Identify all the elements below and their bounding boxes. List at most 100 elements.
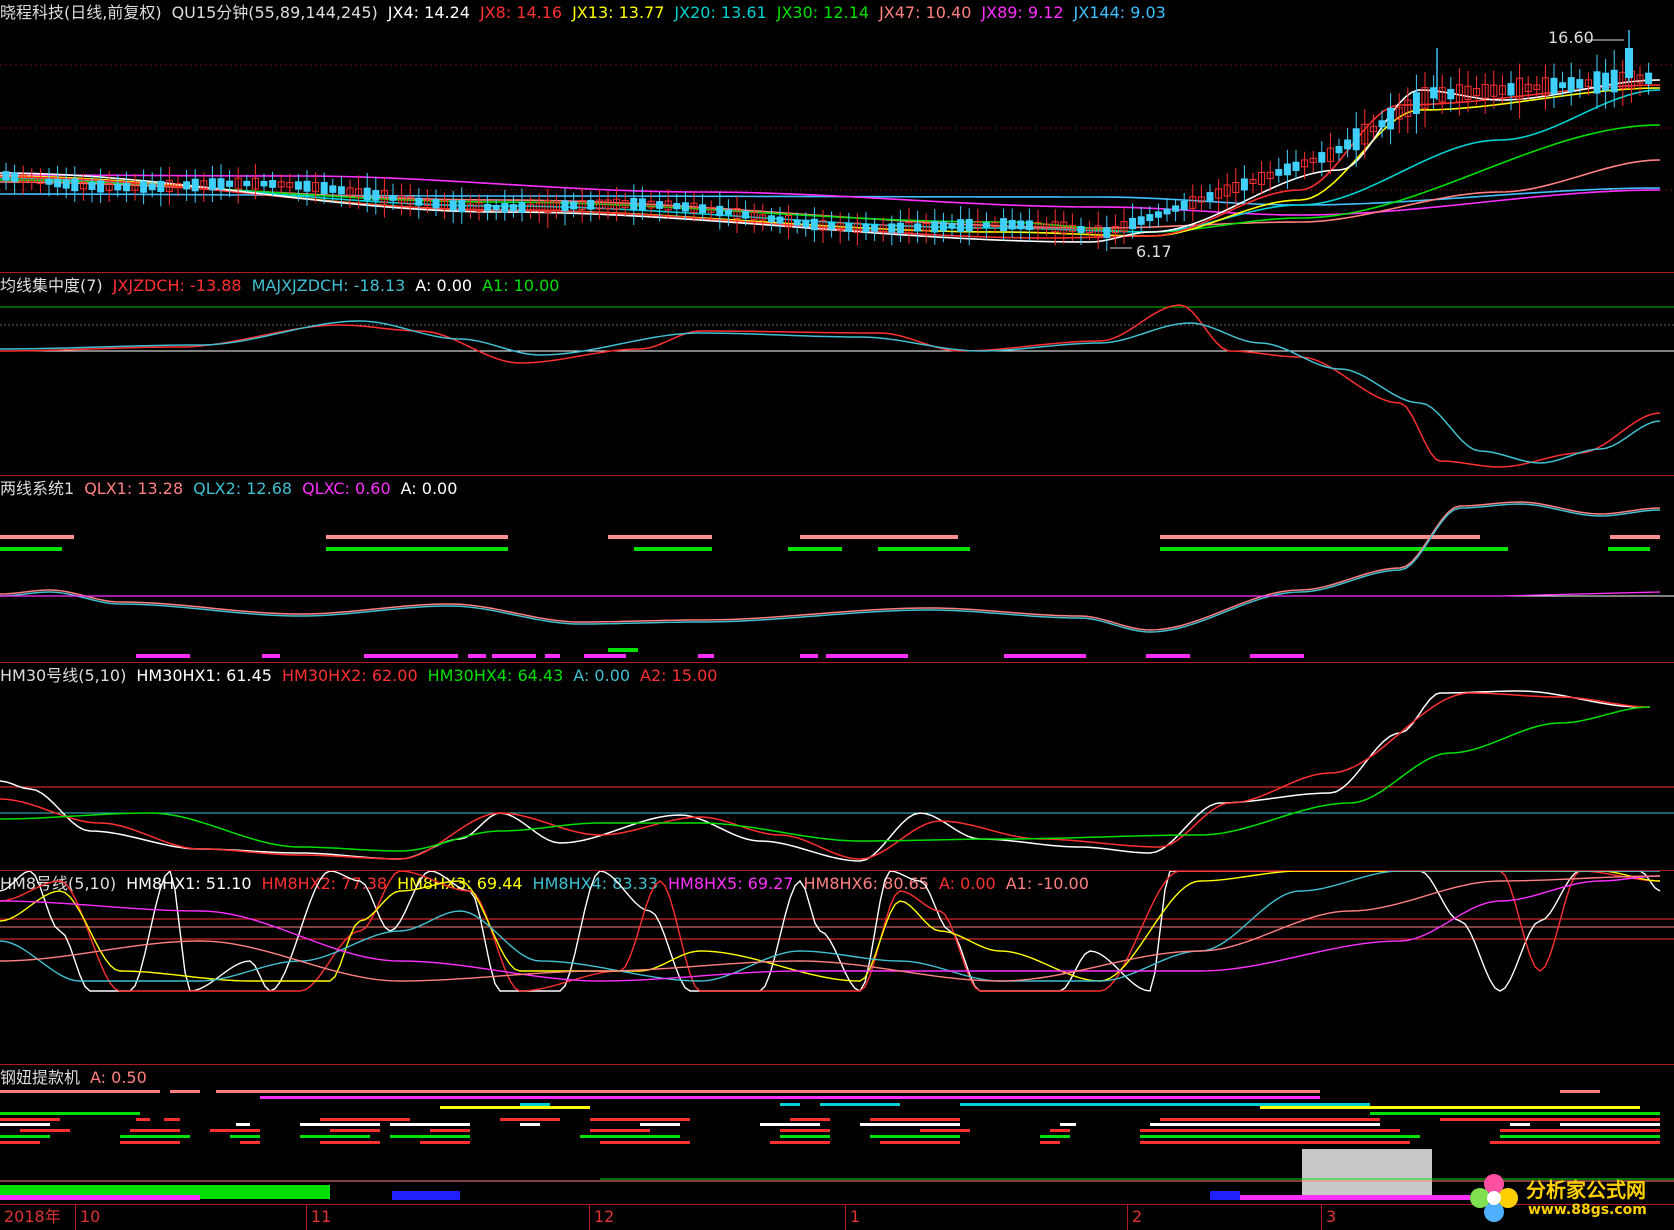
candle-body xyxy=(1172,205,1180,212)
flower-logo-icon xyxy=(1470,1174,1518,1222)
candle-body xyxy=(1602,72,1610,91)
qlxc-bar xyxy=(468,654,486,658)
signal-bar xyxy=(120,1135,190,1138)
candle-body xyxy=(122,182,130,192)
watermark-title: 分析家公式网 xyxy=(1526,1178,1646,1202)
candle-body xyxy=(1335,145,1343,154)
moving-average-line xyxy=(0,124,1661,233)
candle-body xyxy=(1008,219,1016,230)
qlx-bar xyxy=(608,535,712,539)
signal-bar xyxy=(216,1090,1320,1093)
candle-body xyxy=(561,200,569,212)
date-axis: 2018年 10 11 12 1 2 3 xyxy=(0,1204,1674,1230)
candle-body xyxy=(871,224,879,232)
qlx1-line xyxy=(0,501,1661,631)
signal-bar xyxy=(1500,1135,1660,1138)
signal-bar xyxy=(320,1141,380,1144)
candle-body xyxy=(1206,192,1214,201)
qlxc-bar xyxy=(826,654,908,658)
candle-body xyxy=(1645,72,1653,84)
qlxc-bar xyxy=(492,654,536,658)
candle-body xyxy=(320,182,328,195)
candle-body xyxy=(157,180,165,193)
candle-body xyxy=(140,181,148,193)
signal-bar xyxy=(1050,1129,1070,1132)
jxjzdch-line xyxy=(0,304,1661,468)
hm8hx2-line xyxy=(0,871,1661,992)
candle-body xyxy=(363,187,371,201)
hm8-chart[interactable] xyxy=(0,871,1674,1064)
withdrawal-machine-chart[interactable] xyxy=(0,1065,1674,1204)
hm30hx4-line xyxy=(0,706,1651,852)
candle-body xyxy=(62,179,70,189)
candle-body xyxy=(458,199,466,213)
candle-body xyxy=(1163,208,1171,215)
hm30-chart[interactable] xyxy=(0,663,1674,870)
withdrawal-machine-panel[interactable]: 钢妞提款机 A: 0.50 xyxy=(0,1065,1674,1204)
qlx-bar xyxy=(326,535,508,539)
two-line-system-chart[interactable] xyxy=(0,476,1674,662)
signal-block xyxy=(1302,1149,1432,1195)
signal-bar xyxy=(1040,1141,1060,1144)
qlx-bar xyxy=(788,547,842,551)
candle-body xyxy=(1576,79,1584,89)
qlxc-bar xyxy=(364,654,458,658)
candle-body xyxy=(1017,220,1025,230)
hm8-panel[interactable]: HM8号线(5,10) HM8HX1: 51.10 HM8HX2: 77.38 HM8… xyxy=(0,871,1674,1064)
candle-body xyxy=(501,202,509,213)
signal-block xyxy=(1210,1191,1240,1200)
signal-bar xyxy=(240,1141,260,1144)
candle-body xyxy=(97,180,105,193)
candle-body xyxy=(1000,218,1008,232)
kline-chart[interactable] xyxy=(0,0,1674,272)
hm30-panel[interactable]: HM30号线(5,10) HM30HX1: 61.45 HM30HX2: 62.00… xyxy=(0,663,1674,870)
high-price-label: 16.60 xyxy=(1548,28,1594,47)
candle-body xyxy=(767,215,775,223)
hm8hx4-line xyxy=(0,871,1660,982)
ma-concentration-panel[interactable]: 均线集中度(7) JXJZDCH: -13.88 MAJXJZDCH: -18.13… xyxy=(0,273,1674,475)
candle-body xyxy=(699,204,707,214)
candle-body xyxy=(45,179,53,185)
candle-body xyxy=(1275,169,1283,176)
candle-body xyxy=(329,185,337,193)
candle-body xyxy=(183,181,191,190)
candle-body xyxy=(1550,77,1558,94)
date-tick-label: 2 xyxy=(1127,1205,1142,1230)
candle-body xyxy=(1430,87,1438,99)
signal-bar xyxy=(860,1123,960,1126)
qlxc-line xyxy=(0,591,1661,597)
candle-body xyxy=(1283,163,1291,176)
signal-bar xyxy=(0,1141,40,1144)
candle-body xyxy=(1412,92,1420,115)
signal-bar xyxy=(1490,1141,1660,1144)
date-tick-label: 2018年 xyxy=(4,1207,61,1226)
signal-bar xyxy=(320,1118,410,1121)
candle-body xyxy=(810,218,818,231)
signal-bar xyxy=(1260,1106,1640,1109)
candle-body xyxy=(1318,152,1326,163)
candle-body xyxy=(1610,69,1618,93)
signal-bar xyxy=(870,1135,960,1138)
main-kline-panel[interactable]: 晓程科技(日线,前复权) QU15分钟(55,89,144,245) JX4: 14… xyxy=(0,0,1674,272)
signal-bar xyxy=(260,1096,1320,1099)
candle-body xyxy=(570,201,578,210)
candle-body xyxy=(449,200,457,211)
signal-bar xyxy=(330,1129,380,1132)
signal-bar xyxy=(0,1135,50,1138)
candle-body xyxy=(217,178,225,190)
qlxc-bar xyxy=(584,654,626,658)
candle-body xyxy=(294,181,302,190)
two-line-system-panel[interactable]: 两线系统1 QLX1: 13.28 QLX2: 12.68 QLXC: 0.60 A: … xyxy=(0,476,1674,662)
qlxc-bar xyxy=(1146,654,1190,658)
date-tick-label: 12 xyxy=(589,1205,614,1230)
signal-bar xyxy=(230,1135,260,1138)
candle-body xyxy=(389,195,397,201)
candle-body xyxy=(208,178,216,191)
signal-bar xyxy=(1140,1135,1420,1138)
signal-bar xyxy=(1440,1118,1660,1121)
signal-bar xyxy=(1040,1135,1070,1138)
candle-body xyxy=(509,204,517,211)
ma-concentration-chart[interactable] xyxy=(0,273,1674,475)
candle-body xyxy=(742,211,750,219)
signal-bar xyxy=(20,1129,70,1132)
